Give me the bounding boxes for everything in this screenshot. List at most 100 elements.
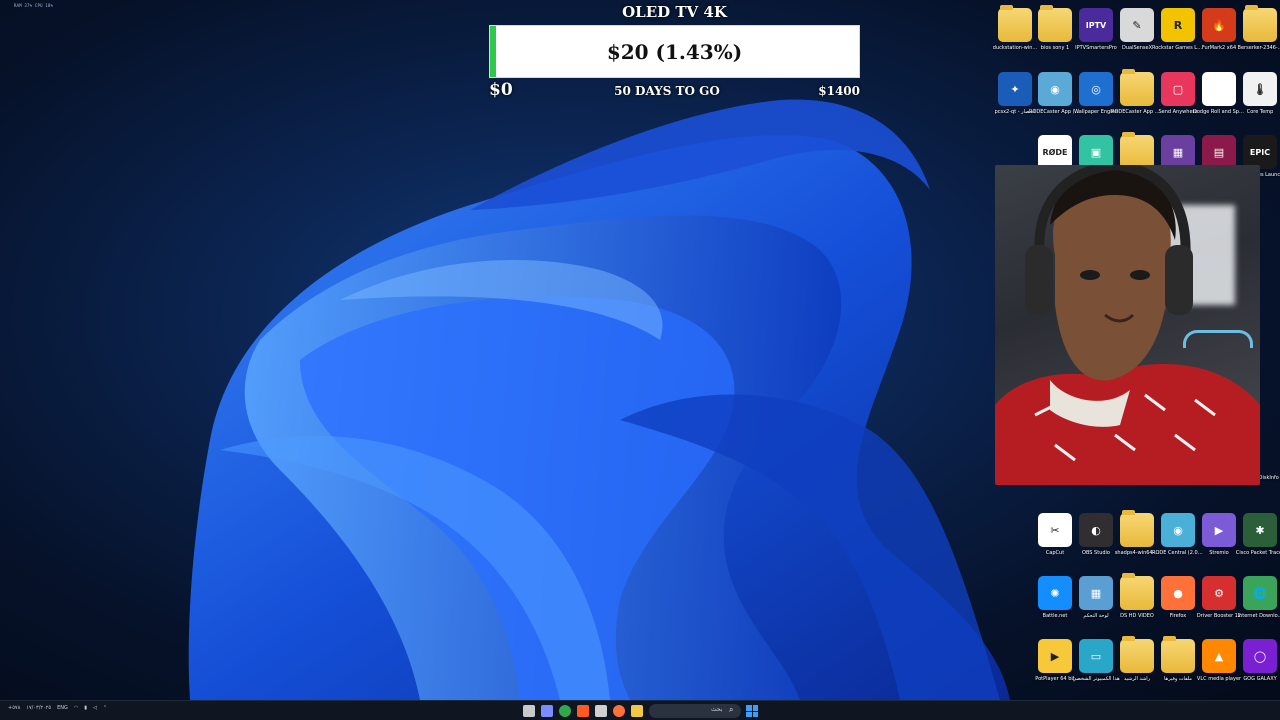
- rode-icon: RØDE: [1038, 135, 1072, 169]
- vlc-icon: ▲: [1202, 639, 1236, 673]
- epic-games-icon: EPIC: [1243, 135, 1277, 169]
- user-folder-shortcut[interactable]: راشد الرشيد: [1117, 636, 1157, 699]
- internet-download-shortcut[interactable]: 🌐 Internet Downlo...: [1238, 576, 1280, 636]
- dualsensex-glyph: ✎: [1132, 18, 1142, 32]
- rodecaster-app-glyph: ◉: [1050, 82, 1060, 96]
- potplayer-shortcut[interactable]: ▶ PotPlayer 64 bit: [1035, 639, 1075, 699]
- furmark-glyph: 🔥: [1212, 18, 1226, 32]
- tray-date[interactable]: ١٧/٠٣/٢٠٢٥: [26, 705, 51, 711]
- iptv-smarters-icon: IPTV: [1079, 8, 1113, 42]
- system-tray: +٥٧٨ ١٧/٠٣/٢٠٢٥ ENG ◠ ▮ ◁ ⌃: [8, 705, 107, 711]
- webcam-overlay: [995, 165, 1260, 485]
- start-tile: [752, 711, 758, 717]
- dodge-roll-icon: [1202, 72, 1236, 106]
- bios-sony-icon: [1038, 5, 1072, 42]
- ds-hd-video-shortcut[interactable]: DS HD VIDEO: [1117, 573, 1157, 636]
- firefox-shortcut[interactable]: ● Firefox: [1158, 576, 1198, 636]
- gog-galaxy-icon: ◯: [1243, 639, 1277, 673]
- obs-icon: ◐: [1079, 513, 1113, 547]
- duckstation-icon: [998, 5, 1032, 42]
- chatgpt-taskbar-icon[interactable]: [523, 705, 535, 717]
- send-anywhere-glyph: ▢: [1172, 82, 1184, 96]
- explorer-taskbar-icon[interactable]: [631, 705, 643, 717]
- wallpaper-engine-shortcut[interactable]: ◎ Wallpaper Engine: [1074, 72, 1118, 132]
- pcsx2-icon: ✦: [998, 72, 1032, 106]
- volume-icon[interactable]: ◁: [93, 705, 97, 711]
- goal-progress-bar: $20 (1.43%): [489, 25, 860, 78]
- copilot-taskbar-icon[interactable]: [541, 705, 553, 717]
- streamer-person: [995, 165, 1260, 485]
- brave-taskbar-icon[interactable]: [577, 705, 589, 717]
- rode-central-shortcut[interactable]: ◉ RODE Central (2.0.65): [1152, 513, 1204, 573]
- driver-booster-shortcut[interactable]: ⚙ Driver Booster 12: [1197, 576, 1241, 636]
- driver-booster-icon: ⚙: [1202, 576, 1236, 610]
- user-folder-icon: [1120, 636, 1154, 673]
- dodge-roll-shortcut[interactable]: Dodge Roll and Sprint-496-2-30...: [1193, 72, 1245, 132]
- search-placeholder: بحث: [711, 706, 723, 713]
- stremio-shortcut[interactable]: ▶ Stremio: [1199, 513, 1239, 573]
- ds-hd-video-icon: [1120, 573, 1154, 610]
- wifi-icon[interactable]: ◠: [74, 705, 78, 711]
- shadps4-shortcut[interactable]: shadps4-win64-...: [1115, 510, 1159, 573]
- cisco-packet-shortcut[interactable]: ✱ Cisco Packet Tracer: [1236, 513, 1280, 573]
- battlenet-glyph: ✺: [1050, 586, 1060, 600]
- shadps4-icon: [1120, 510, 1154, 547]
- cpuz-icon: ▦: [1161, 135, 1195, 169]
- core-temp-icon: 🌡: [1243, 72, 1277, 106]
- start-tile: [752, 705, 758, 711]
- shortcut-label: Core Temp: [1246, 109, 1274, 115]
- rockstar-launcher-glyph: R: [1173, 18, 1183, 32]
- terminal-taskbar-icon[interactable]: [595, 705, 607, 717]
- this-pc-shortcut[interactable]: ▭ هذا الكمبيوتر الشخصي: [1072, 639, 1120, 699]
- files-folder-shortcut[interactable]: ملفات وفيرها: [1158, 636, 1198, 699]
- rodecaster-app-shortcut[interactable]: ◉RODECaster App (2.0.102): [1029, 72, 1081, 132]
- iptv-smarters-shortcut[interactable]: IPTV IPTVSmartersPro: [1075, 8, 1117, 68]
- start-button[interactable]: [746, 705, 758, 717]
- this-pc-icon: ▭: [1079, 639, 1113, 673]
- stremio-icon: ▶: [1202, 513, 1236, 547]
- winrar-icon: ▤: [1202, 135, 1236, 169]
- gog-galaxy-shortcut[interactable]: ◯ GOG GALAXY: [1240, 639, 1280, 699]
- dualsensex-icon: ✎: [1120, 8, 1154, 42]
- dualsensex-shortcut[interactable]: ✎ DualSenseX: [1117, 8, 1157, 68]
- chrome-taskbar-icon[interactable]: [559, 705, 571, 717]
- send-anywhere-icon: ▢: [1161, 72, 1195, 106]
- control-panel-icon: ▦: [1079, 576, 1113, 610]
- internet-download-glyph: 🌐: [1253, 586, 1267, 600]
- battlenet-shortcut[interactable]: ✺ Battle.net: [1035, 576, 1075, 636]
- obs-glyph: ◐: [1091, 523, 1101, 537]
- rode-central-icon: ◉: [1161, 513, 1195, 547]
- vlc-shortcut[interactable]: ▲ VLC media player: [1197, 639, 1241, 699]
- berserker-folder-shortcut[interactable]: Berserker-2346-...: [1238, 5, 1280, 68]
- obs-shortcut[interactable]: ◐ OBS Studio: [1076, 513, 1116, 573]
- files-folder-icon: [1161, 636, 1195, 673]
- send-anywhere-shortcut[interactable]: ▢ Send Anywhere: [1158, 72, 1198, 132]
- goal-title: OLED TV 4K: [622, 3, 727, 21]
- furmark-shortcut[interactable]: 🔥 FurMark2 x64: [1199, 8, 1239, 68]
- tray-time[interactable]: +٥٧٨: [8, 705, 20, 711]
- rodecaster-windows-shortcut[interactable]: RODECaster App Windows v2.0.105: [1111, 69, 1163, 132]
- rockstar-launcher-icon: R: [1161, 8, 1195, 42]
- wallpaper-engine-icon: ◎: [1079, 72, 1113, 106]
- duckstation-shortcut[interactable]: duckstation-win...: [993, 5, 1037, 68]
- bios-sony-shortcut[interactable]: bios sony 1: [1035, 5, 1075, 68]
- firefox-taskbar-icon[interactable]: [613, 705, 625, 717]
- capcut-icon: ✂: [1038, 513, 1072, 547]
- rodecaster-windows-icon: [1120, 69, 1154, 106]
- core-temp-shortcut[interactable]: 🌡 Core Temp: [1240, 72, 1280, 132]
- capcut-glyph: ✂: [1050, 523, 1060, 537]
- this-pc-glyph: ▭: [1090, 649, 1102, 663]
- goal-days-label: 50 DAYS TO GO: [614, 84, 720, 98]
- wallpaper-engine-glyph: ◎: [1091, 82, 1101, 96]
- goal-amount: $20 (1.43%): [606, 39, 743, 64]
- tray-language[interactable]: ENG: [57, 705, 68, 711]
- capcut-shortcut[interactable]: ✂ CapCut: [1035, 513, 1075, 573]
- rockstar-launcher-shortcut[interactable]: RRockstar Games Launcher: [1152, 8, 1204, 68]
- chevron-up-icon[interactable]: ⌃: [103, 705, 107, 711]
- taskbar: +٥٧٨ ١٧/٠٣/٢٠٢٥ ENG ◠ ▮ ◁ ⌃ بحث ⌕: [0, 700, 1280, 720]
- potplayer-glyph: ▶: [1050, 649, 1060, 663]
- control-panel-shortcut[interactable]: ▦ لوحة التحكم: [1076, 576, 1116, 636]
- pcsx2-shortcut[interactable]: ✦ pcsx2-qt - اختصار: [995, 72, 1035, 132]
- mic-icon[interactable]: ▮: [84, 705, 87, 711]
- taskbar-search-box[interactable]: بحث ⌕: [649, 704, 741, 718]
